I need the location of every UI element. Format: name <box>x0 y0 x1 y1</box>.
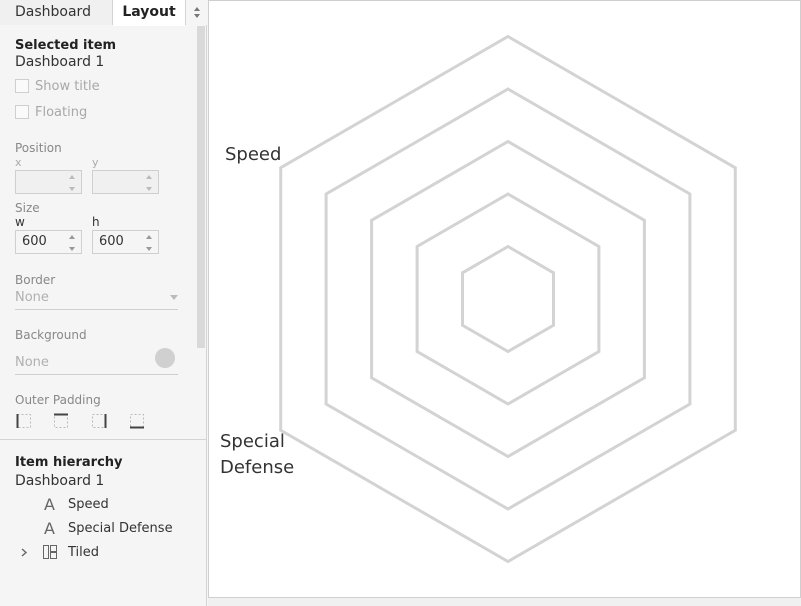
increment-icon[interactable] <box>144 233 154 243</box>
tab-scroll-button[interactable] <box>185 0 207 25</box>
up-down-arrows-icon <box>194 7 200 18</box>
canvas-bottom-strip <box>208 598 801 606</box>
width-value: 600 <box>22 234 47 249</box>
special-defense-axis-label-line2[interactable]: Defense <box>220 455 294 481</box>
pane-tabs: Dashboard Layout <box>0 0 207 26</box>
border-select[interactable]: None <box>15 290 178 310</box>
hexagon-ring-3 <box>370 139 646 459</box>
show-title-checkbox[interactable] <box>15 79 29 93</box>
padding-left-icon[interactable] <box>16 413 32 429</box>
h-label: h <box>92 215 100 229</box>
hexagon-ring-2 <box>415 192 601 406</box>
background-value: None <box>15 355 49 370</box>
x-label: x <box>15 156 22 169</box>
tab-dashboard[interactable]: Dashboard <box>0 0 113 25</box>
height-input[interactable]: 600 <box>92 230 159 254</box>
dashboard-canvas[interactable]: Speed Special Defense <box>208 0 801 598</box>
speed-axis-label[interactable]: Speed <box>225 142 281 168</box>
hexagon-ring-5 <box>279 34 737 564</box>
pane-scrollbar[interactable] <box>197 26 205 348</box>
position-heading: Position <box>15 141 62 155</box>
background-select[interactable]: None <box>15 355 178 375</box>
background-color-swatch[interactable] <box>155 348 175 368</box>
floating-label: Floating <box>35 105 88 120</box>
selected-item-name: Dashboard 1 <box>15 54 105 70</box>
x-input[interactable] <box>15 170 82 194</box>
background-heading: Background <box>15 328 87 342</box>
padding-right-icon[interactable] <box>91 413 107 429</box>
border-value: None <box>15 290 49 305</box>
decrement-icon[interactable] <box>67 183 77 193</box>
decrement-icon[interactable] <box>67 243 77 253</box>
chevron-down-icon <box>170 295 178 300</box>
hexagon-ring-4 <box>324 87 692 511</box>
layout-pane: Dashboard Layout Selected item Dashboard… <box>0 0 207 606</box>
selected-item-heading: Selected item <box>15 38 117 53</box>
chevron-right-icon[interactable] <box>21 548 28 557</box>
section-divider <box>0 439 207 440</box>
hierarchy-item-special-defense[interactable]: Special Defense <box>68 521 173 536</box>
y-input[interactable] <box>92 170 159 194</box>
hierarchy-item-speed[interactable]: Speed <box>68 497 109 512</box>
text-object-icon: A <box>44 495 55 514</box>
radar-grid <box>279 34 737 564</box>
special-defense-axis-label-line1[interactable]: Special <box>220 429 285 455</box>
show-title-label: Show title <box>35 79 100 94</box>
increment-icon[interactable] <box>144 173 154 183</box>
increment-icon[interactable] <box>67 233 77 243</box>
border-heading: Border <box>15 273 56 287</box>
padding-top-icon[interactable] <box>53 413 69 429</box>
hexagon-ring-1 <box>461 244 555 354</box>
increment-icon[interactable] <box>67 173 77 183</box>
hierarchy-item-tiled[interactable]: Tiled <box>68 545 99 560</box>
hierarchy-root[interactable]: Dashboard 1 <box>15 473 104 489</box>
decrement-icon[interactable] <box>144 243 154 253</box>
decrement-icon[interactable] <box>144 183 154 193</box>
w-label: w <box>15 215 25 229</box>
floating-checkbox[interactable] <box>15 105 29 119</box>
item-hierarchy-heading: Item hierarchy <box>15 455 123 470</box>
tab-layout[interactable]: Layout <box>113 0 185 26</box>
width-input[interactable]: 600 <box>15 230 82 254</box>
outer-padding-heading: Outer Padding <box>15 393 101 407</box>
padding-bottom-icon[interactable] <box>129 413 145 429</box>
size-heading: Size <box>15 201 40 215</box>
text-object-icon: A <box>44 519 55 538</box>
y-label: y <box>92 156 99 169</box>
tiled-icon <box>43 545 57 559</box>
height-value: 600 <box>99 234 124 249</box>
